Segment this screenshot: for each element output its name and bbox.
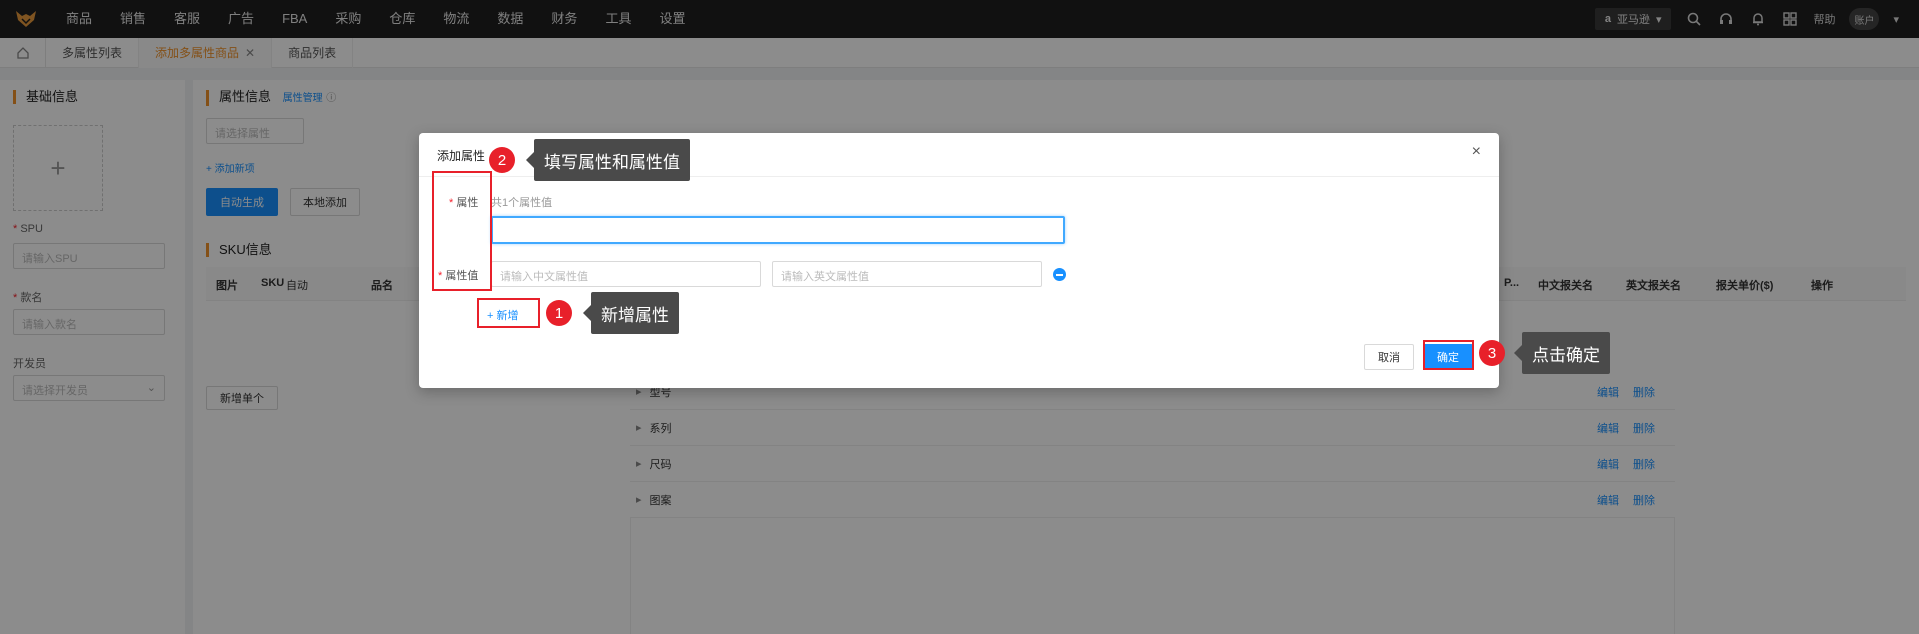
close-icon[interactable]: ×	[1472, 143, 1481, 161]
modal-title: 添加属性	[437, 149, 486, 163]
cancel-button[interactable]: 取消	[1364, 344, 1414, 370]
highlight-add-button	[477, 298, 540, 328]
highlight-confirm-button	[1423, 340, 1474, 370]
highlight-attr-labels	[432, 171, 492, 291]
step-badge-2: 2	[489, 147, 515, 173]
step-badge-1: 1	[546, 300, 572, 326]
step-badge-3: 3	[1479, 340, 1505, 366]
callout-confirm: 点击确定	[1514, 332, 1610, 374]
remove-value-icon[interactable]	[1053, 268, 1066, 281]
cn-value-input[interactable]: 请输入中文属性值	[491, 261, 761, 287]
attr-count: 共1个属性值	[491, 197, 553, 209]
en-value-input[interactable]: 请输入英文属性值	[772, 261, 1042, 287]
callout-fill-attr: 填写属性和属性值	[526, 139, 690, 181]
attr-name-input[interactable]	[491, 216, 1065, 244]
callout-add-attr: 新增属性	[583, 292, 679, 334]
